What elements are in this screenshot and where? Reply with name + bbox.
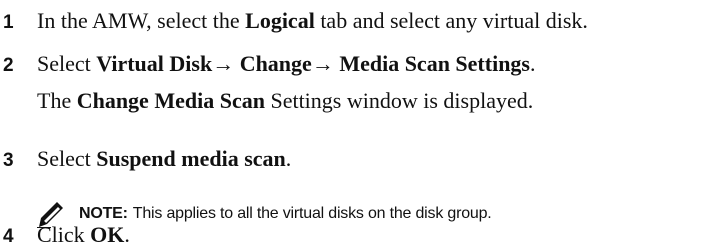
step-text-post: tab and select any virtual disk. [314,8,588,33]
result-text-bold: Change Media Scan [76,88,265,113]
menu-path-media-scan-settings: Media Scan Settings [333,51,530,76]
note-label: NOTE: [79,205,128,222]
step-text-pre: Select [37,146,97,171]
step-text: Click OK. [37,222,130,248]
menu-path-virtual-disk: Virtual Disk [96,51,213,76]
step-text-bold: Suspend media scan [96,146,286,171]
note-text: This applies to all the virtual disks on… [132,205,492,222]
menu-arrow: → [212,51,235,76]
step-text-bold: Logical [245,8,315,33]
step-text-post: . [285,146,292,171]
menu-arrow: → [311,51,334,76]
step-text-post: . [124,222,130,247]
step-text-post: . [530,51,536,76]
step-text-pre: In the AMW, select the [37,8,246,33]
step-3: 3 Select Suspend media scan. [0,146,291,172]
step-2: 2 Select Virtual Disk→ Change→ Media Sca… [0,51,536,77]
step-2-result: The Change Media Scan Settings window is… [37,88,533,114]
result-text-post: Settings window is displayed. [264,88,534,113]
step-4: 4 Click OK. [0,222,130,248]
step-number: 3 [3,150,14,171]
menu-path-change: Change [234,51,312,76]
step-1: 1 In the AMW, select the Logical tab and… [0,8,588,34]
result-text-pre: The [37,88,77,113]
step-number: 4 [3,226,14,247]
step-text-pre: Click [37,222,91,247]
step-number: 1 [3,12,14,33]
step-text: In the AMW, select the Logical tab and s… [37,8,588,34]
step-number: 2 [3,55,14,76]
step-text: Select Virtual Disk→ Change→ Media Scan … [37,51,536,77]
step-text-pre: Select [37,51,97,76]
step-text: Select Suspend media scan. [37,146,291,172]
step-text-bold: OK [90,222,125,247]
